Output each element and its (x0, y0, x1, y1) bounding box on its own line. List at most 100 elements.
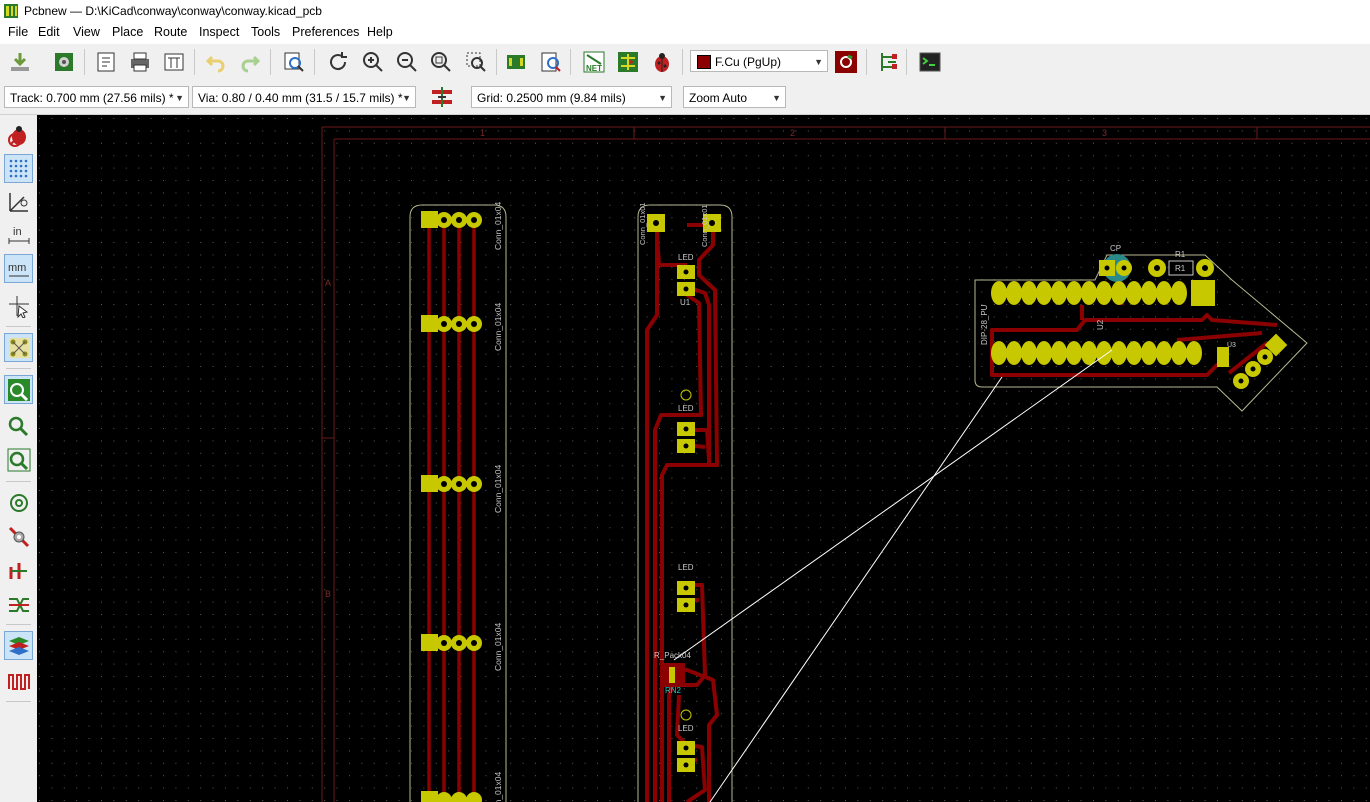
terminal-icon (919, 52, 941, 72)
zone-fill-button[interactable] (4, 375, 33, 404)
pad-outline-icon (9, 493, 28, 512)
polar-coordinates-icon (8, 192, 28, 212)
zoom-value: Zoom Auto (689, 91, 748, 105)
grid-select[interactable]: Grid: 0.2500 mm (9.84 mils) ▼ (471, 86, 672, 108)
zoom-out-button[interactable] (393, 48, 421, 76)
plotter-icon (164, 53, 184, 71)
track-sketch-button[interactable] (4, 556, 33, 585)
layer-pair-button[interactable] (832, 48, 860, 76)
zoom-select[interactable]: Zoom Auto ▼ (683, 86, 786, 108)
via-sketch-button[interactable] (4, 522, 33, 551)
find-button[interactable] (280, 48, 308, 76)
zoom-selection-button[interactable] (462, 48, 490, 76)
units-inch-button[interactable]: in (4, 220, 33, 249)
find-icon (284, 52, 304, 72)
schematic-icon (618, 52, 638, 72)
page-settings-button[interactable] (92, 48, 120, 76)
led-d3[interactable]: LED (677, 563, 695, 612)
cursor-crosshair-icon (8, 295, 29, 318)
drc-off-button[interactable] (4, 121, 33, 150)
connector-label-5: Conn_01x04 (493, 772, 503, 802)
high-contrast-button[interactable] (4, 631, 33, 660)
refresh-icon (330, 52, 347, 71)
menu-preferences[interactable]: Preferences (292, 25, 359, 39)
pcb-canvas[interactable]: 1 2 3 A B Conn_01x04 Conn_01x04 Conn_01x… (37, 115, 1370, 802)
show-grid-button[interactable] (4, 154, 33, 183)
menu-file[interactable]: File (8, 25, 28, 39)
chevron-down-icon: ▼ (402, 93, 411, 103)
track-outline-icon (9, 562, 27, 579)
auto-track-width-button[interactable] (428, 83, 456, 111)
footprint-library-button[interactable] (502, 48, 530, 76)
r1-label-top: R1 (1175, 250, 1186, 259)
u2-label: U2 (1096, 319, 1105, 330)
schematic-update-button[interactable] (614, 48, 642, 76)
layer-select[interactable]: F.Cu (PgUp) ▼ (690, 50, 828, 72)
led-label-4: LED (678, 724, 694, 733)
microwave-layer-button[interactable] (4, 590, 33, 619)
units-mm-button[interactable]: mm (4, 254, 33, 283)
footprint-editor-button[interactable] (50, 48, 78, 76)
rn-label: R_Pack04 (654, 651, 691, 660)
zone-sketch-icon (7, 448, 30, 471)
footprint-icon (507, 55, 525, 69)
undo-button[interactable] (202, 48, 230, 76)
menu-edit[interactable]: Edit (38, 25, 60, 39)
drc-button[interactable] (648, 48, 676, 76)
settings-toolbar: Track: 0.700 mm (27.56 mils) * ▼ Via: 0.… (0, 80, 1370, 115)
u3-label: U3 (1227, 342, 1236, 349)
connector-label-3: Conn_01x04 (493, 465, 503, 513)
menu-tools[interactable]: Tools (251, 25, 280, 39)
redraw-button[interactable] (324, 48, 352, 76)
undo-icon (205, 55, 225, 73)
pcb-view: 1 2 3 A B Conn_01x04 Conn_01x04 Conn_01x… (37, 115, 1370, 802)
connector-single-left[interactable] (647, 214, 665, 232)
cp-label: CP (1110, 244, 1121, 253)
via-icon (8, 526, 29, 547)
led-label-2: LED (678, 404, 694, 413)
plot-button[interactable] (160, 48, 188, 76)
sheet-column-1: 1 (480, 128, 485, 138)
length-tuning-button[interactable] (4, 666, 33, 695)
zone-sketch-button[interactable] (4, 445, 33, 474)
footprint-browser-button[interactable] (537, 48, 565, 76)
u1-label: U1 (680, 298, 691, 307)
full-crosshair-button[interactable] (4, 291, 33, 320)
zoom-fit-button[interactable] (427, 48, 455, 76)
zoom-in-icon (363, 52, 383, 72)
microwave-tools-button[interactable] (874, 48, 902, 76)
zoom-area-icon (466, 52, 486, 72)
polar-coords-button[interactable] (4, 187, 33, 216)
menu-help[interactable]: Help (367, 25, 393, 39)
led-label-3: LED (678, 563, 694, 572)
layers-stack-icon (8, 636, 29, 655)
menu-place[interactable]: Place (112, 25, 143, 39)
chip-gear-icon (55, 53, 73, 71)
sheet-row-b: B (325, 589, 331, 599)
mm-label: mm (8, 262, 26, 274)
via-size-value: Via: 0.80 / 0.40 mm (31.5 / 15.7 mils) * (198, 91, 403, 105)
track-width-select[interactable]: Track: 0.700 mm (27.56 mils) * ▼ (4, 86, 189, 108)
meander-icon (7, 673, 30, 690)
layer-pair-icon (835, 51, 857, 73)
menu-route[interactable]: Route (154, 25, 187, 39)
zoom-in-button[interactable] (359, 48, 387, 76)
printer-icon (131, 52, 149, 72)
led-label-1: LED (678, 253, 694, 262)
dip-label: DIP-28_PU (980, 304, 989, 345)
chevron-down-icon: ▼ (175, 93, 184, 103)
connector-single-label-1: Conn_01x01 (638, 202, 647, 245)
board-setup-button[interactable] (6, 48, 34, 76)
pad-sketch-button[interactable] (4, 488, 33, 517)
via-size-select[interactable]: Via: 0.80 / 0.40 mm (31.5 / 15.7 mils) *… (192, 86, 416, 108)
update-from-netlist-button[interactable]: NET (580, 48, 608, 76)
menu-view[interactable]: View (73, 25, 100, 39)
print-button[interactable] (126, 48, 154, 76)
scripting-console-button[interactable] (916, 48, 944, 76)
zone-outline-button[interactable] (4, 411, 33, 440)
show-ratsnest-button[interactable] (4, 333, 33, 362)
pcbnew-app-icon (4, 4, 18, 18)
redo-button[interactable] (236, 48, 264, 76)
menu-inspect[interactable]: Inspect (199, 25, 239, 39)
ladybug-no-icon (7, 125, 26, 147)
